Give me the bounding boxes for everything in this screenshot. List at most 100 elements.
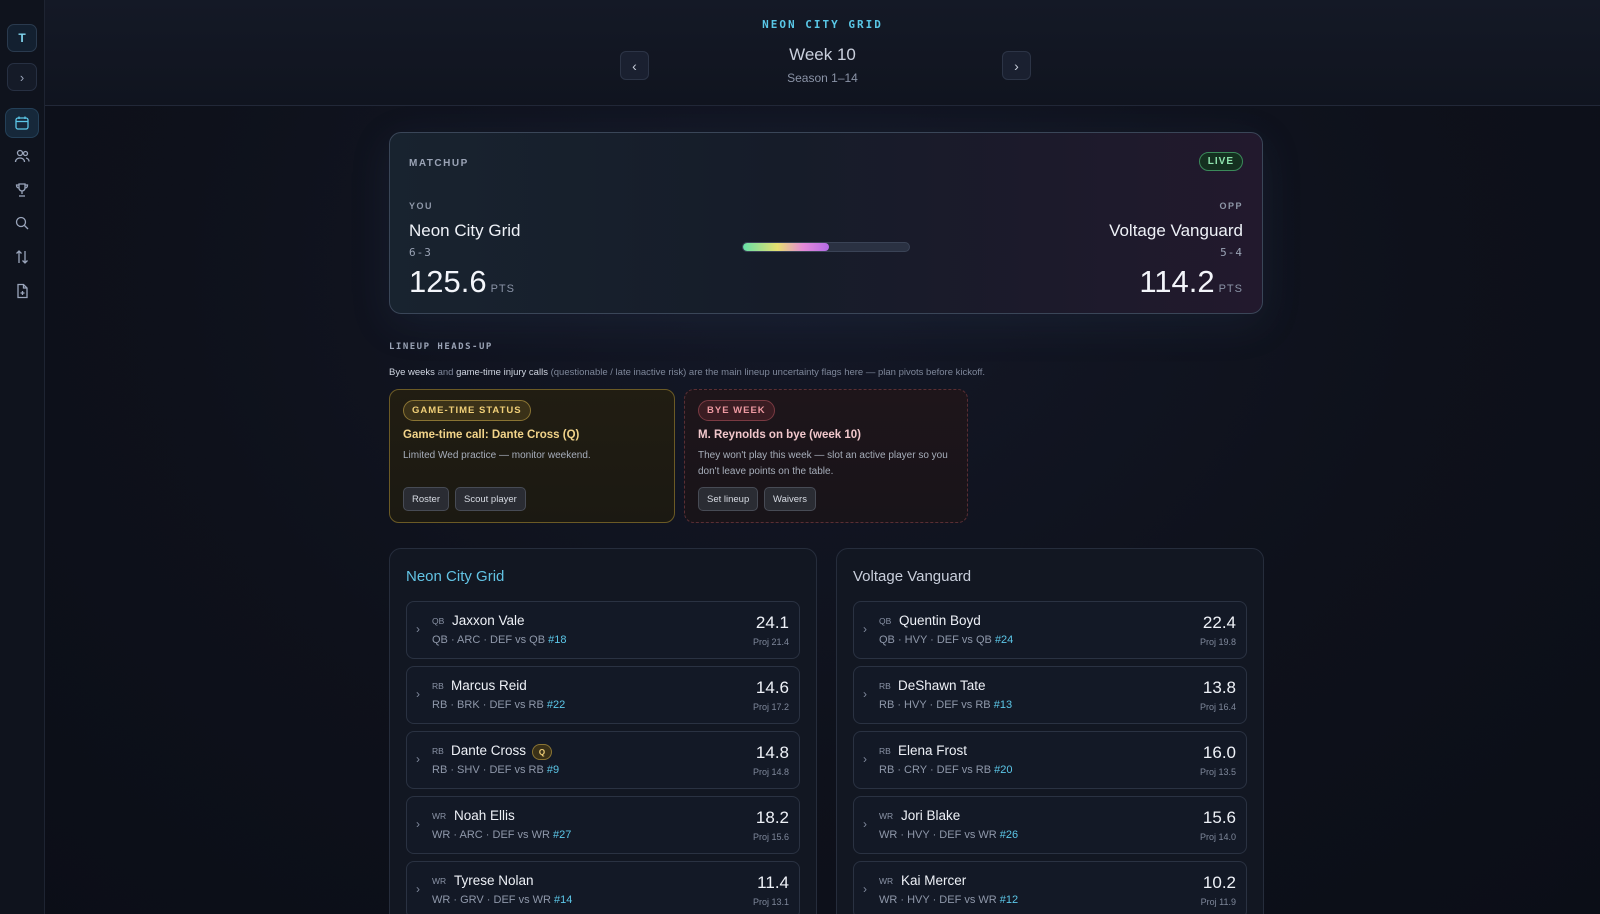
player-row[interactable]: › WR Noah Ellis WR · ARC · DEF vs WR #27 18.… [406,796,800,854]
player-name[interactable]: Dante Cross [451,743,526,758]
chevron-right-icon[interactable]: › [863,622,867,636]
desc-rest: (questionable / late inactive risk) are … [547,367,986,378]
gametime-text: game-time injury calls [456,367,548,378]
player-row[interactable]: › WR Kai Mercer WR · HVY · DEF vs WR #12 10.… [853,861,1247,914]
brand-title: NEON CITY GRID [762,18,883,31]
score-progress-fill [743,243,830,251]
gametime-body: Limited Wed practice — monitor weekend. [403,450,591,461]
chevron-right-icon[interactable]: › [416,882,420,896]
player-meta-text: WR · HVY · DEF vs WR [879,894,1000,906]
def-rank: #27 [553,829,572,841]
player-projection: Proj 13.1 [752,897,789,907]
player-meta: RB · BRK · DEF vs RB #22 [432,699,565,711]
player-name[interactable]: Elena Frost [898,743,967,758]
headsup-description: Bye weeks and game-time injury calls (qu… [389,367,985,378]
player-points: 11.4 [757,873,789,892]
avatar[interactable]: T [7,24,37,52]
player-name[interactable]: Marcus Reid [451,678,527,693]
users-icon[interactable] [5,141,39,171]
waivers-button[interactable]: Waivers [764,487,816,511]
player-row[interactable]: › WR Jori Blake WR · HVY · DEF vs WR #26 15.… [853,796,1247,854]
calendar-icon[interactable] [5,108,39,138]
opp-team-name: Voltage Vanguard [1109,221,1243,240]
player-name[interactable]: Jori Blake [901,808,960,823]
player-meta: RB · CRY · DEF vs RB #20 [879,764,1012,776]
transfer-icon[interactable] [5,242,39,272]
season-range: Season 1–14 [787,71,858,85]
player-row[interactable]: › RB Elena Frost RB · CRY · DEF vs RB #20 16… [853,731,1247,789]
player-row[interactable]: › QB Jaxxon Vale QB · ARC · DEF vs QB #18 24… [406,601,800,659]
gametime-headline: Game-time call: Dante Cross (Q) [403,429,580,441]
chevron-right-icon[interactable]: › [416,817,420,831]
player-name[interactable]: Kai Mercer [901,873,966,888]
chevron-right-icon[interactable]: › [863,687,867,701]
player-points: 16.0 [1202,743,1236,762]
next-week-button[interactable]: › [1002,51,1031,80]
expand-sidebar-button[interactable]: › [7,63,37,91]
player-meta: WR · HVY · DEF vs WR #12 [879,894,1018,906]
scout-player-button[interactable]: Scout player [455,487,526,511]
bye-weeks-text: Bye weeks [389,367,435,378]
pts-label: PTS [1218,283,1243,295]
gametime-badge: GAME-TIME STATUS [403,400,531,421]
opp-tag: OPP [1219,201,1243,211]
matchup-label: MATCHUP [409,158,469,169]
player-row[interactable]: › WR Tyrese Nolan WR · GRV · DEF vs WR #14 1… [406,861,800,914]
player-projection: Proj 16.4 [1199,702,1236,712]
you-tag: YOU [409,201,434,211]
player-projection: Proj 15.6 [752,832,789,842]
chevron-right-icon[interactable]: › [416,687,420,701]
your-roster-panel: Neon City Grid › QB Jaxxon Vale QB · ARC · … [389,548,817,914]
bye-headline: M. Reynolds on bye (week 10) [698,429,861,441]
set-lineup-button[interactable]: Set lineup [698,487,759,511]
roster-button[interactable]: Roster [403,487,449,511]
score-progress-bar [742,242,910,252]
your-score-value: 125.6 [409,264,487,299]
def-rank: #13 [993,699,1013,711]
player-row[interactable]: › QB Quentin Boyd QB · HVY · DEF vs QB #24 2… [853,601,1247,659]
opp-record: 5-4 [1220,246,1243,259]
def-rank: #24 [994,634,1014,646]
opp-roster-title: Voltage Vanguard [853,568,972,585]
your-record: 6-3 [409,246,432,259]
player-projection: Proj 14.8 [752,767,789,777]
trophy-icon[interactable] [5,175,39,205]
player-meta-text: RB · BRK · DEF vs RB [432,699,547,711]
player-meta: WR · HVY · DEF vs WR #26 [879,829,1018,841]
chevron-right-icon[interactable]: › [863,882,867,896]
player-row[interactable]: › RB Marcus Reid RB · BRK · DEF vs RB #22 14… [406,666,800,724]
chevron-right-icon: › [1014,57,1019,74]
player-position: QB [432,616,445,626]
player-name[interactable]: Tyrese Nolan [454,873,534,888]
week-title: Week 10 [789,45,856,64]
player-position: WR [879,876,894,886]
matchup-card: MATCHUP LIVE YOU Neon City Grid 6-3 125.… [389,132,1263,314]
player-row[interactable]: › RB DeShawn Tate RB · HVY · DEF vs RB #13 1… [853,666,1247,724]
player-meta-text: WR · HVY · DEF vs WR [879,829,1000,841]
chevron-right-icon[interactable]: › [863,817,867,831]
player-meta-text: RB · HVY · DEF vs RB [879,699,994,711]
player-meta-text: RB · SHV · DEF vs RB [432,764,547,776]
player-meta-text: WR · GRV · DEF vs WR [432,894,555,906]
document-add-icon[interactable] [5,276,39,306]
questionable-badge: Q [532,744,552,760]
player-projection: Proj 13.5 [1199,767,1236,777]
player-points: 15.6 [1202,808,1236,827]
chevron-right-icon[interactable]: › [863,752,867,766]
player-meta-text: WR · ARC · DEF vs WR [432,829,553,841]
chevron-right-icon[interactable]: › [416,752,420,766]
chevron-right-icon: › [19,69,25,85]
bye-week-alert-card: BYE WEEK M. Reynolds on bye (week 10) Th… [684,389,968,523]
player-name[interactable]: Noah Ellis [454,808,515,823]
player-name[interactable]: DeShawn Tate [898,678,986,693]
gametime-alert-card: GAME-TIME STATUS Game-time call: Dante C… [389,389,675,523]
player-projection: Proj 19.8 [1199,637,1236,647]
player-projection: Proj 14.0 [1199,832,1236,842]
player-name[interactable]: Jaxxon Vale [452,613,525,628]
player-name[interactable]: Quentin Boyd [899,613,981,628]
chevron-right-icon[interactable]: › [416,622,420,636]
bye-week-badge: BYE WEEK [698,400,775,421]
search-icon[interactable] [5,208,39,238]
player-position: WR [432,811,447,821]
player-row[interactable]: › RB Dante Cross Q RB · SHV · DEF vs RB #9 14… [406,731,800,789]
